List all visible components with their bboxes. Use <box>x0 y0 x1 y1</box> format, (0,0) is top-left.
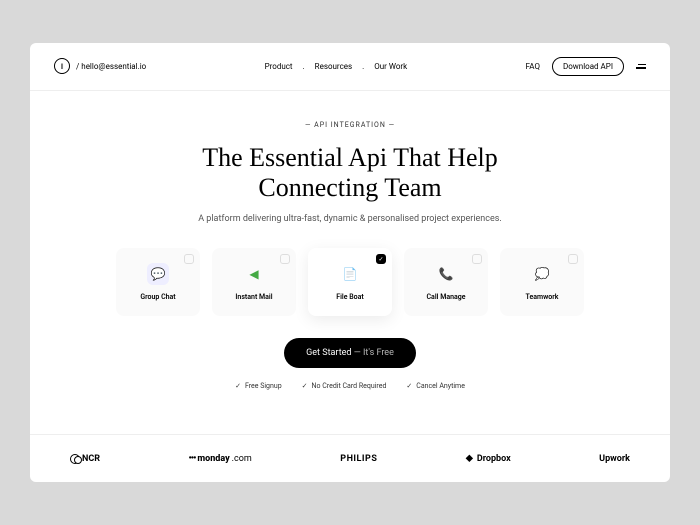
logo-upwork: Upwork <box>599 454 630 464</box>
chat-icon: 💬 <box>147 263 169 285</box>
main-nav: Product . Resources . Our Work <box>146 62 525 71</box>
benefits: Free Signup No Credit Card Required Canc… <box>70 382 630 390</box>
hero: — API INTEGRATION — The Essential Api Th… <box>30 91 670 411</box>
partner-logos: NCR monday.com PHILIPS Dropbox Upwork <box>30 434 670 482</box>
team-icon: 💭 <box>531 263 553 285</box>
card-teamwork[interactable]: 💭 Teamwork <box>500 248 584 316</box>
contact-email: / hello@essential.io <box>76 62 146 71</box>
benefit-item: Free Signup <box>235 382 282 390</box>
checkbox-icon <box>568 254 578 264</box>
checkbox-icon <box>280 254 290 264</box>
nav-right: FAQ Download API <box>526 57 646 76</box>
nav-resources[interactable]: Resources <box>315 62 352 71</box>
logo-icon: || <box>54 58 70 74</box>
card-file-boat[interactable]: 📄 File Boat <box>308 248 392 316</box>
logo-monday: monday.com <box>189 454 252 464</box>
menu-icon[interactable] <box>636 64 646 69</box>
card-call-manage[interactable]: 📞 Call Manage <box>404 248 488 316</box>
phone-icon: 📞 <box>435 263 457 285</box>
card-instant-mail[interactable]: ◀ Instant Mail <box>212 248 296 316</box>
header: || / hello@essential.io Product . Resour… <box>30 43 670 91</box>
checkbox-icon <box>472 254 482 264</box>
benefit-item: Cancel Anytime <box>406 382 465 390</box>
faq-link[interactable]: FAQ <box>526 62 540 71</box>
logo-philips: PHILIPS <box>340 454 377 464</box>
mail-icon: ◀ <box>243 263 265 285</box>
logo-ncr: NCR <box>70 454 100 464</box>
logo[interactable]: || / hello@essential.io <box>54 58 146 74</box>
benefit-item: No Credit Card Required <box>302 382 387 390</box>
file-icon: 📄 <box>339 263 361 285</box>
card-group-chat[interactable]: 💬 Group Chat <box>116 248 200 316</box>
get-started-button[interactable]: Get Started — It's Free <box>284 338 416 368</box>
eyebrow: — API INTEGRATION — <box>70 121 630 129</box>
headline: The Essential Api That Help Connecting T… <box>70 143 630 203</box>
checkbox-icon <box>184 254 194 264</box>
subhead: A platform delivering ultra-fast, dynami… <box>70 214 630 224</box>
download-api-button[interactable]: Download API <box>552 57 624 76</box>
feature-cards: 💬 Group Chat ◀ Instant Mail 📄 File Boat … <box>70 248 630 316</box>
nav-product[interactable]: Product <box>265 62 293 71</box>
nav-our-work[interactable]: Our Work <box>374 62 407 71</box>
checkbox-icon <box>376 254 386 264</box>
logo-dropbox: Dropbox <box>466 453 511 464</box>
